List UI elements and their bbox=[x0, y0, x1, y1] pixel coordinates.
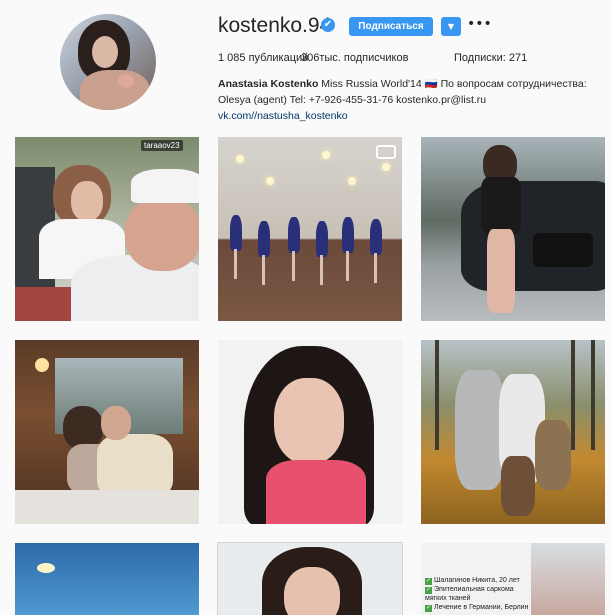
post-thumbnail[interactable] bbox=[15, 340, 199, 524]
tagged-user-label: taraaov23 bbox=[141, 140, 183, 151]
post-thumbnail[interactable]: taraaov23 bbox=[15, 137, 199, 321]
bio: Anastasia Kostenko Miss Russia World'14 … bbox=[218, 76, 598, 124]
caption-line: ✓ Эпителиальная саркома bbox=[425, 586, 514, 594]
suggestions-dropdown-icon[interactable]: ▼ bbox=[441, 17, 461, 36]
post-thumbnail[interactable] bbox=[15, 543, 199, 615]
followers-count[interactable]: 306тыс. подписчиков bbox=[301, 52, 408, 64]
verified-badge-icon: ✔ bbox=[321, 18, 335, 32]
caption-line: ✓ Лечение в Германии, Берлин bbox=[425, 604, 529, 612]
post-thumbnail[interactable] bbox=[217, 542, 403, 615]
username: kostenko.94 bbox=[218, 14, 332, 37]
bio-name: Anastasia Kostenko bbox=[218, 78, 319, 90]
post-thumbnail[interactable] bbox=[218, 137, 402, 321]
video-camera-icon bbox=[376, 145, 396, 159]
profile-avatar[interactable] bbox=[60, 14, 156, 110]
post-thumbnail[interactable] bbox=[421, 340, 605, 524]
post-thumbnail[interactable]: ✓ Шалагинов Никита, 20 лет ✓ Эпителиальная… bbox=[421, 543, 605, 615]
more-options-icon[interactable]: ••• bbox=[467, 15, 492, 34]
post-thumbnail[interactable] bbox=[218, 340, 402, 524]
post-thumbnail[interactable] bbox=[421, 137, 605, 321]
follow-button[interactable]: Подписаться bbox=[349, 17, 433, 36]
caption-line: ✓ Шалагинов Никита, 20 лет bbox=[425, 577, 520, 585]
posts-count: 1 085 публикаций bbox=[218, 52, 309, 64]
bio-link[interactable]: vk.com//nastusha_kostenko bbox=[218, 110, 348, 122]
following-count[interactable]: Подписки: 271 bbox=[454, 52, 527, 64]
caption-line: мягких тканей bbox=[425, 595, 471, 602]
